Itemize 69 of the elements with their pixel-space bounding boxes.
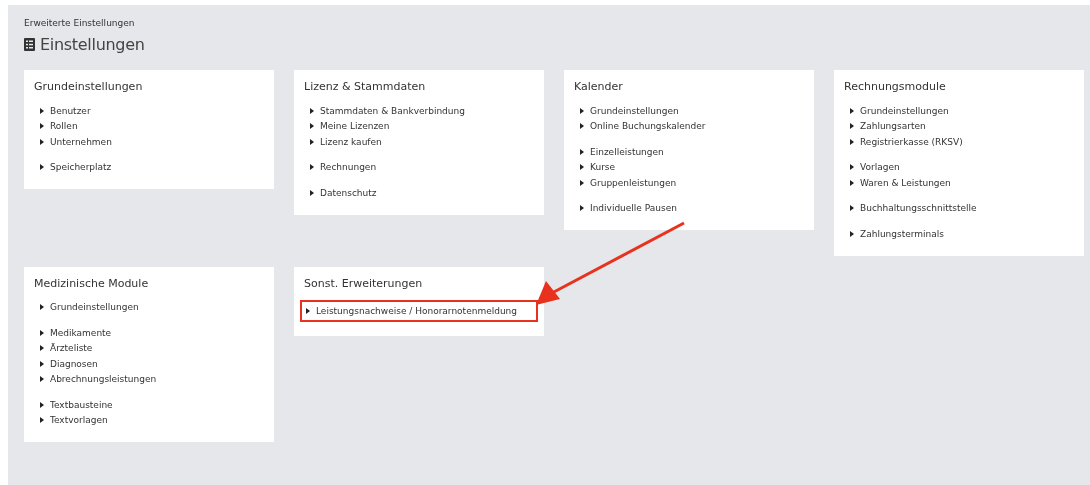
settings-link[interactable]: Lizenz kaufen	[304, 134, 534, 150]
settings-link[interactable]: Buchhaltungsschnittstelle	[844, 200, 1074, 216]
caret-icon	[850, 164, 854, 171]
settings-link[interactable]: Stammdaten & Bankverbindung	[304, 103, 534, 119]
caret-icon	[850, 230, 854, 237]
settings-link[interactable]: Zahlungsterminals	[844, 226, 1074, 242]
caret-icon	[580, 107, 584, 114]
settings-link[interactable]: Meine Lizenzen	[304, 118, 534, 134]
settings-link[interactable]: Datenschutz	[304, 185, 534, 201]
caret-icon	[306, 307, 310, 314]
settings-link[interactable]: Diagnosen	[34, 356, 264, 372]
settings-link[interactable]: Online Buchungskalender	[574, 118, 804, 134]
settings-link[interactable]: Einzelleistungen	[574, 144, 804, 160]
caret-icon	[850, 107, 854, 114]
caret-icon	[850, 179, 854, 186]
breadcrumb: Erweiterte Einstellungen	[24, 18, 136, 28]
card-title: Lizenz & Stammdaten	[304, 80, 427, 93]
caret-icon	[850, 205, 854, 212]
settings-link[interactable]: Medikamente	[34, 325, 264, 341]
caret-icon	[580, 164, 584, 171]
settings-link[interactable]: Gruppenleistungen	[574, 175, 804, 191]
caret-icon	[580, 179, 584, 186]
caret-icon	[580, 205, 584, 212]
card-title: Kalender	[574, 80, 624, 93]
caret-icon	[40, 304, 44, 311]
settings-link[interactable]: Registrierkasse (RKSV)	[844, 134, 1074, 150]
settings-link[interactable]: Unternehmen	[34, 134, 264, 150]
settings-link[interactable]: Kurse	[574, 159, 804, 175]
settings-link[interactable]: Rechnungen	[304, 159, 534, 175]
settings-link[interactable]: Speicherplatz	[34, 159, 264, 175]
settings-link[interactable]: Textbausteine	[34, 397, 264, 413]
page-title: Einstellungen	[40, 35, 145, 54]
list-icon	[24, 38, 35, 51]
caret-icon	[40, 376, 44, 383]
caret-icon	[40, 329, 44, 336]
caret-icon	[580, 123, 584, 130]
settings-link[interactable]: Grundeinstellungen	[574, 103, 804, 119]
caret-icon	[850, 123, 854, 130]
caret-icon	[310, 138, 314, 145]
settings-link[interactable]: Textvorlagen	[34, 412, 264, 428]
settings-link[interactable]: Vorlagen	[844, 159, 1074, 175]
caret-icon	[310, 123, 314, 130]
caret-icon	[40, 401, 44, 408]
caret-icon	[40, 360, 44, 367]
card-title: Grundeinstellungen	[34, 80, 144, 93]
caret-icon	[310, 189, 314, 196]
card-title: Medizinische Module	[34, 276, 150, 290]
settings-link[interactable]: Benutzer	[34, 103, 264, 119]
caret-icon	[40, 164, 44, 171]
card-title: Sonst. Erweiterungen	[304, 276, 424, 290]
settings-link[interactable]: Grundeinstellungen	[844, 103, 1074, 119]
caret-icon	[310, 107, 314, 114]
settings-link[interactable]: Grundeinstellungen	[34, 299, 264, 315]
caret-icon	[310, 164, 314, 171]
caret-icon	[580, 148, 584, 155]
settings-link[interactable]: Zahlungsarten	[844, 118, 1074, 134]
caret-icon	[40, 417, 44, 424]
settings-link[interactable]: Leistungsnachweise / Honorarnotenmeldung	[300, 299, 538, 322]
settings-link[interactable]: Individuelle Pausen	[574, 200, 804, 216]
caret-icon	[40, 138, 44, 145]
caret-icon	[40, 107, 44, 114]
card-title: Rechnungsmodule	[844, 80, 947, 93]
caret-icon	[40, 123, 44, 130]
settings-link[interactable]: Waren & Leistungen	[844, 175, 1074, 191]
settings-link[interactable]: Rollen	[34, 118, 264, 134]
settings-link[interactable]: Abrechnungsleistungen	[34, 371, 264, 387]
caret-icon	[850, 138, 854, 145]
caret-icon	[40, 345, 44, 352]
settings-link[interactable]: Ärzteliste	[34, 340, 264, 356]
